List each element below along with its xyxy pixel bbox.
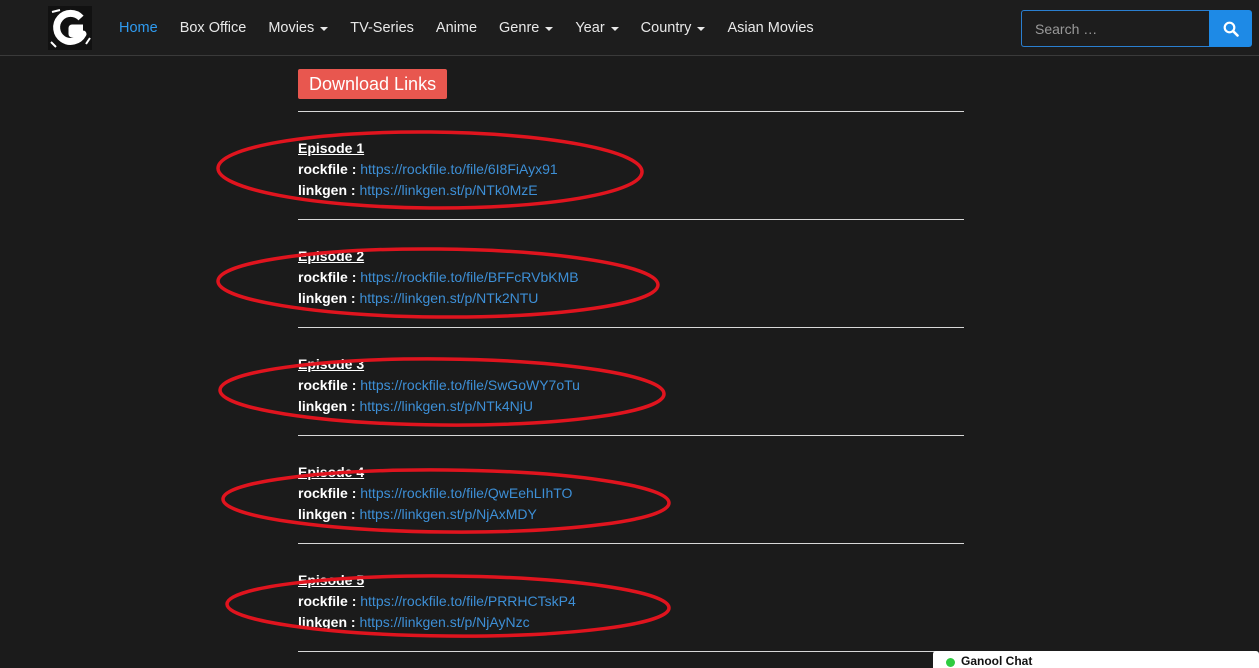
nav-item-label: Home (119, 20, 158, 36)
download-link-row: rockfile : https://rockfile.to/file/BFFc… (298, 267, 964, 288)
main-menu: Home Box Office Movies TV-Series Anime Genre Y… (108, 0, 825, 56)
download-link-row: linkgen : https://linkgen.st/p/NjAyNzc (298, 612, 964, 633)
host-label: rockfile : (298, 377, 357, 393)
download-link[interactable]: https://linkgen.st/p/NjAyNzc (359, 614, 529, 630)
nav-item-label: Box Office (179, 20, 247, 36)
episode-title: Episode 3 (298, 356, 365, 372)
nav-item-label: Movies (268, 20, 315, 36)
download-link-row: linkgen : https://linkgen.st/p/NTk4NjU (298, 396, 964, 417)
download-link[interactable]: https://linkgen.st/p/NTk2NTU (359, 290, 538, 306)
nav-item-country[interactable]: Country (630, 0, 717, 56)
nav-item-label: Asian Movies (727, 20, 814, 36)
download-link-row: rockfile : https://rockfile.to/file/QwEe… (298, 483, 964, 504)
nav-item-box-office[interactable]: Box Office (169, 0, 258, 56)
download-link-row: rockfile : https://rockfile.to/file/6I8F… (298, 159, 964, 180)
nav-item-label: Anime (435, 20, 478, 36)
host-label: linkgen : (298, 614, 356, 630)
episode-title: Episode 4 (298, 464, 365, 480)
episode-block: Episode 5 rockfile : https://rockfile.to/… (298, 544, 964, 651)
nav-item-anime[interactable]: Anime (425, 0, 488, 56)
chat-label: Ganool Chat (961, 654, 1033, 668)
episode-list: Episode 1 rockfile : https://rockfile.to/… (298, 112, 964, 652)
search-button[interactable] (1209, 10, 1252, 47)
download-link-row: linkgen : https://linkgen.st/p/NjAxMDY (298, 504, 964, 525)
site-logo[interactable] (48, 6, 92, 50)
nav-item-home[interactable]: Home (108, 0, 169, 56)
search-form (1021, 10, 1252, 47)
host-label: rockfile : (298, 485, 357, 501)
episode-block: Episode 2 rockfile : https://rockfile.to/… (298, 220, 964, 327)
caret-down-icon (545, 27, 554, 31)
episode-title: Episode 5 (298, 572, 365, 588)
download-link[interactable]: https://linkgen.st/p/NjAxMDY (359, 506, 536, 522)
caret-down-icon (697, 27, 706, 31)
online-status-icon (946, 658, 955, 667)
download-link[interactable]: https://rockfile.to/file/PRRHCTskP4 (360, 593, 576, 609)
nav-item-movies[interactable]: Movies (257, 0, 339, 56)
nav-item-label: Year (575, 20, 605, 36)
download-link-row: rockfile : https://rockfile.to/file/PRRH… (298, 591, 964, 612)
caret-down-icon (320, 27, 329, 31)
top-navbar: Home Box Office Movies TV-Series Anime Genre Y… (0, 0, 1259, 56)
nav-item-asian-movies[interactable]: Asian Movies (716, 0, 824, 56)
download-link[interactable]: https://rockfile.to/file/QwEehLIhTO (360, 485, 572, 501)
host-label: linkgen : (298, 182, 356, 198)
download-link[interactable]: https://rockfile.to/file/SwGoWY7oTu (360, 377, 580, 393)
search-input[interactable] (1021, 10, 1209, 47)
download-section: Download Links Episode 1 rockfile : https… (298, 69, 964, 652)
episode-block: Episode 1 rockfile : https://rockfile.to/… (298, 112, 964, 219)
caret-down-icon (610, 27, 619, 31)
download-link-row: linkgen : https://linkgen.st/p/NTk0MzE (298, 180, 964, 201)
episode-title: Episode 1 (298, 140, 365, 156)
host-label: rockfile : (298, 269, 357, 285)
logo-g-icon (48, 6, 92, 50)
host-label: rockfile : (298, 593, 357, 609)
search-icon (1223, 21, 1239, 37)
download-link-row: rockfile : https://rockfile.to/file/SwGo… (298, 375, 964, 396)
download-link-row: linkgen : https://linkgen.st/p/NTk2NTU (298, 288, 964, 309)
nav-item-label: Country (640, 20, 692, 36)
download-link[interactable]: https://rockfile.to/file/6I8FiAyx91 (360, 161, 557, 177)
divider (298, 651, 964, 652)
chat-widget-tab[interactable]: Ganool Chat (933, 651, 1259, 668)
download-link[interactable]: https://linkgen.st/p/NTk0MzE (359, 182, 537, 198)
nav-item-label: TV-Series (350, 20, 414, 36)
download-link[interactable]: https://linkgen.st/p/NTk4NjU (359, 398, 533, 414)
episode-block: Episode 3 rockfile : https://rockfile.to/… (298, 328, 964, 435)
host-label: linkgen : (298, 398, 356, 414)
episode-block: Episode 4 rockfile : https://rockfile.to/… (298, 436, 964, 543)
nav-item-year[interactable]: Year (564, 0, 629, 56)
nav-item-label: Genre (499, 20, 540, 36)
host-label: linkgen : (298, 506, 356, 522)
nav-item-tv-series[interactable]: TV-Series (339, 0, 425, 56)
download-link[interactable]: https://rockfile.to/file/BFFcRVbKMB (360, 269, 578, 285)
host-label: linkgen : (298, 290, 356, 306)
host-label: rockfile : (298, 161, 357, 177)
nav-item-genre[interactable]: Genre (488, 0, 564, 56)
episode-title: Episode 2 (298, 248, 365, 264)
download-links-heading: Download Links (298, 69, 448, 99)
